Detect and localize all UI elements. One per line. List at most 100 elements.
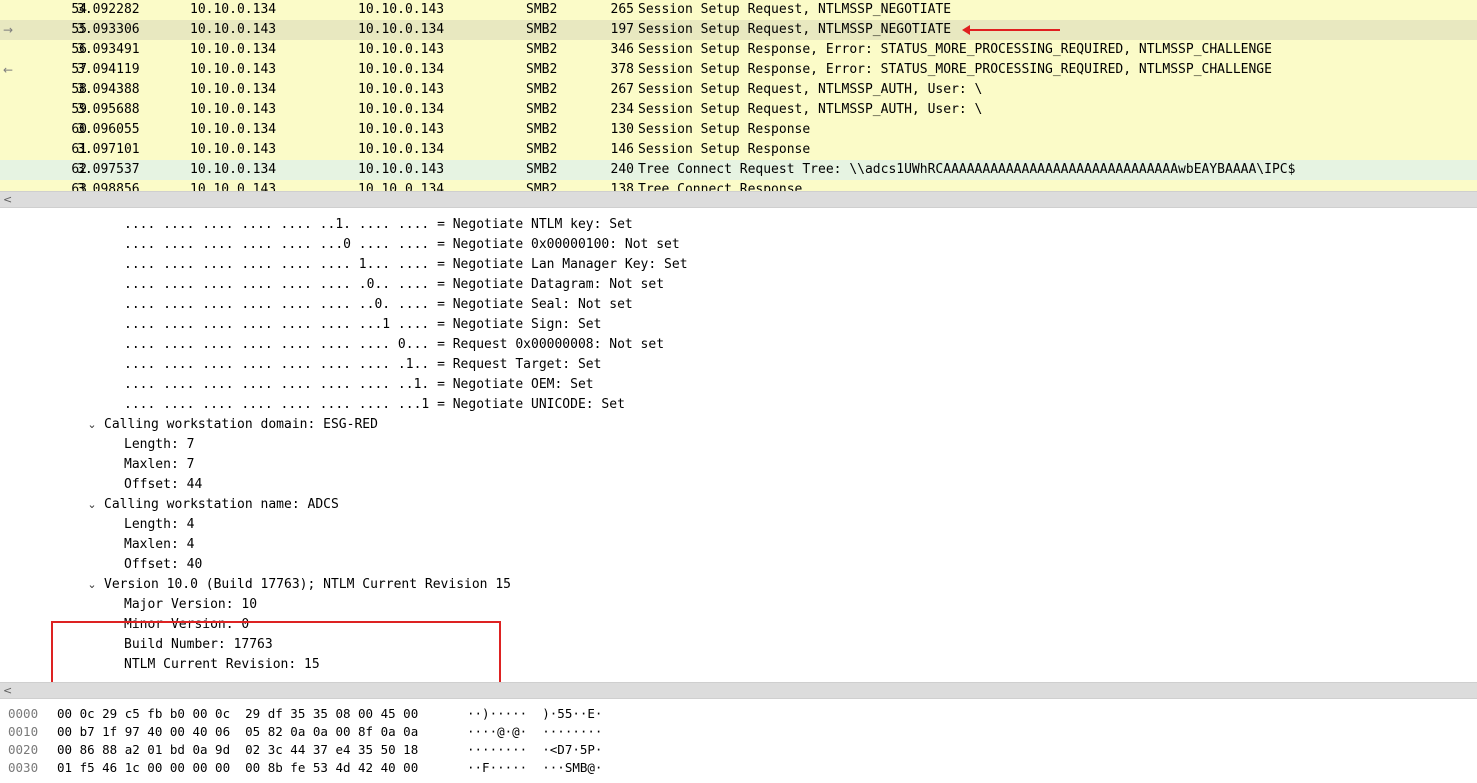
packet-destination: 10.10.0.134 <box>358 22 445 37</box>
tree-field[interactable]: .... .... .... .... .... .... ..0. .... … <box>124 295 633 315</box>
packet-list[interactable]: 54 3.092282 10.10.0.134 10.10.0.143 SMB2 265 S… <box>0 0 1477 191</box>
chevron-down-icon[interactable]: ⌄ <box>86 415 98 435</box>
chevron-down-icon[interactable]: ⌄ <box>86 575 98 595</box>
packet-info: Session Setup Request, NTLMSSP_AUTH, Use… <box>638 82 983 97</box>
tree-field[interactable]: Offset: 44 <box>124 475 202 495</box>
response-arrow-icon: ← <box>3 63 14 77</box>
packet-info: Tree Connect Request Tree: \\adcs1UWhRCA… <box>638 162 1296 177</box>
packet-info: Session Setup Response <box>638 122 811 137</box>
tree-field[interactable]: .... .... .... .... .... .... ...1 .... … <box>124 315 601 335</box>
packet-info: Session Setup Response <box>638 142 811 157</box>
packet-row[interactable]: 57 3.094119 10.10.0.143 10.10.0.134 SMB2 378 S… <box>0 60 1477 80</box>
tree-field[interactable]: .... .... .... .... .... .... .... .1.. … <box>124 355 601 375</box>
packet-list-scrollbar[interactable]: < <box>0 191 1477 208</box>
packet-row[interactable]: 60 3.096055 10.10.0.134 10.10.0.143 SMB2 130 S… <box>0 120 1477 140</box>
tree-field[interactable]: .... .... .... .... .... ..1. .... .... … <box>124 215 633 235</box>
packet-protocol: SMB2 <box>526 22 558 37</box>
packet-row[interactable]: 62 3.097537 10.10.0.134 10.10.0.143 SMB2 240 T… <box>0 160 1477 180</box>
packet-time: 3.098856 <box>77 182 140 191</box>
packet-protocol: SMB2 <box>526 182 558 191</box>
packet-protocol: SMB2 <box>526 42 558 57</box>
packet-length: 378 <box>610 62 634 77</box>
byte-ascii[interactable]: ··)····· )·55··E· <box>467 705 602 723</box>
packet-destination: 10.10.0.143 <box>358 82 445 97</box>
packet-length: 267 <box>610 82 634 97</box>
packet-details[interactable]: .... .... .... .... .... ..1. .... .... … <box>0 214 1477 682</box>
packet-details-scrollbar[interactable]: < <box>0 682 1477 699</box>
byte-offset: 0030 <box>8 760 39 775</box>
packet-time: 3.094388 <box>77 82 140 97</box>
packet-time: 3.097101 <box>77 142 140 157</box>
packet-destination: 10.10.0.143 <box>358 122 445 137</box>
packet-row[interactable]: 61 3.097101 10.10.0.143 10.10.0.134 SMB2 146 S… <box>0 140 1477 160</box>
packet-time: 3.094119 <box>77 62 140 77</box>
byte-offset: 0020 <box>8 742 39 757</box>
tree-field[interactable]: Length: 7 <box>124 435 194 455</box>
packet-length: 265 <box>610 2 634 17</box>
packet-bytes[interactable]: 0000 00 0c 29 c5 fb b0 00 0c 29 df 35 35 … <box>0 700 1477 783</box>
packet-row[interactable]: 63 3.098856 10.10.0.143 10.10.0.134 SMB2 138 T… <box>0 180 1477 191</box>
tree-field[interactable]: .... .... .... .... .... .... .... ...1 … <box>124 395 625 415</box>
packet-length: 130 <box>610 122 634 137</box>
byte-hex[interactable]: 00 b7 1f 97 40 00 40 06 05 82 0a 0a 00 8… <box>57 723 418 741</box>
packet-destination: 10.10.0.134 <box>358 102 445 117</box>
tree-field[interactable]: .... .... .... .... .... .... .... ..1. … <box>124 375 594 395</box>
packet-destination: 10.10.0.143 <box>358 42 445 57</box>
tree-field[interactable]: Major Version: 10 <box>124 595 257 615</box>
packet-protocol: SMB2 <box>526 82 558 97</box>
packet-row[interactable]: 58 3.094388 10.10.0.134 10.10.0.143 SMB2 267 S… <box>0 80 1477 100</box>
tree-field[interactable]: .... .... .... .... .... ...0 .... .... … <box>124 235 680 255</box>
tree-field[interactable]: Maxlen: 7 <box>124 455 194 475</box>
packet-source: 10.10.0.143 <box>190 62 277 77</box>
tree-node[interactable]: Calling workstation domain: ESG-RED <box>104 415 378 435</box>
tree-field[interactable]: Maxlen: 4 <box>124 535 194 555</box>
packet-protocol: SMB2 <box>526 102 558 117</box>
byte-ascii[interactable]: ····@·@· ········ <box>467 723 602 741</box>
packet-protocol: SMB2 <box>526 62 558 77</box>
packet-destination: 10.10.0.134 <box>358 142 445 157</box>
packet-destination: 10.10.0.143 <box>358 2 445 17</box>
byte-ascii[interactable]: ··F····· ···SMB@· <box>467 759 602 777</box>
packet-source: 10.10.0.134 <box>190 82 277 97</box>
packet-row[interactable]: 56 3.093491 10.10.0.134 10.10.0.143 SMB2 346 S… <box>0 40 1477 60</box>
packet-time: 3.096055 <box>77 122 140 137</box>
packet-protocol: SMB2 <box>526 2 558 17</box>
chevron-down-icon[interactable]: ⌄ <box>86 495 98 515</box>
byte-hex[interactable]: 00 0c 29 c5 fb b0 00 0c 29 df 35 35 08 0… <box>57 705 418 723</box>
packet-source: 10.10.0.134 <box>190 2 277 17</box>
packet-time: 3.092282 <box>77 2 140 17</box>
annotation-highlight-box <box>51 621 501 682</box>
tree-field[interactable]: .... .... .... .... .... .... .... 0... … <box>124 335 664 355</box>
byte-ascii[interactable]: ········ ·<D7·5P· <box>467 741 602 759</box>
tree-field[interactable]: Offset: 40 <box>124 555 202 575</box>
packet-destination: 10.10.0.134 <box>358 182 445 191</box>
tree-node[interactable]: Calling workstation name: ADCS <box>104 495 339 515</box>
packet-time: 3.097537 <box>77 162 140 177</box>
packet-info: Tree Connect Response <box>638 182 803 191</box>
scroll-left-icon[interactable]: < <box>3 683 12 698</box>
packet-row[interactable]: 59 3.095688 10.10.0.143 10.10.0.134 SMB2 234 S… <box>0 100 1477 120</box>
packet-length: 197 <box>610 22 634 37</box>
packet-time: 3.095688 <box>77 102 140 117</box>
tree-node[interactable]: Version 10.0 (Build 17763); NTLM Current… <box>104 575 511 595</box>
packet-source: 10.10.0.143 <box>190 22 277 37</box>
tree-field[interactable]: .... .... .... .... .... .... .0.. .... … <box>124 275 664 295</box>
byte-hex[interactable]: 00 86 88 a2 01 bd 0a 9d 02 3c 44 37 e4 3… <box>57 741 418 759</box>
packet-time: 3.093491 <box>77 42 140 57</box>
packet-length: 138 <box>610 182 634 191</box>
packet-row[interactable]: 55 3.093306 10.10.0.143 10.10.0.134 SMB2 197 S… <box>0 20 1477 40</box>
packet-length: 146 <box>610 142 634 157</box>
packet-source: 10.10.0.143 <box>190 182 277 191</box>
packet-length: 240 <box>610 162 634 177</box>
tree-field[interactable]: Length: 4 <box>124 515 194 535</box>
packet-row[interactable]: 54 3.092282 10.10.0.134 10.10.0.143 SMB2 265 S… <box>0 0 1477 20</box>
packet-destination: 10.10.0.143 <box>358 162 445 177</box>
tree-field[interactable]: .... .... .... .... .... .... 1... .... … <box>124 255 688 275</box>
byte-hex[interactable]: 01 f5 46 1c 00 00 00 00 00 8b fe 53 4d 4… <box>57 759 418 777</box>
annotation-arrow <box>962 25 1060 35</box>
byte-offset: 0000 <box>8 706 39 721</box>
packet-time: 3.093306 <box>77 22 140 37</box>
scroll-left-icon[interactable]: < <box>3 192 12 207</box>
packet-source: 10.10.0.134 <box>190 162 277 177</box>
packet-destination: 10.10.0.134 <box>358 62 445 77</box>
